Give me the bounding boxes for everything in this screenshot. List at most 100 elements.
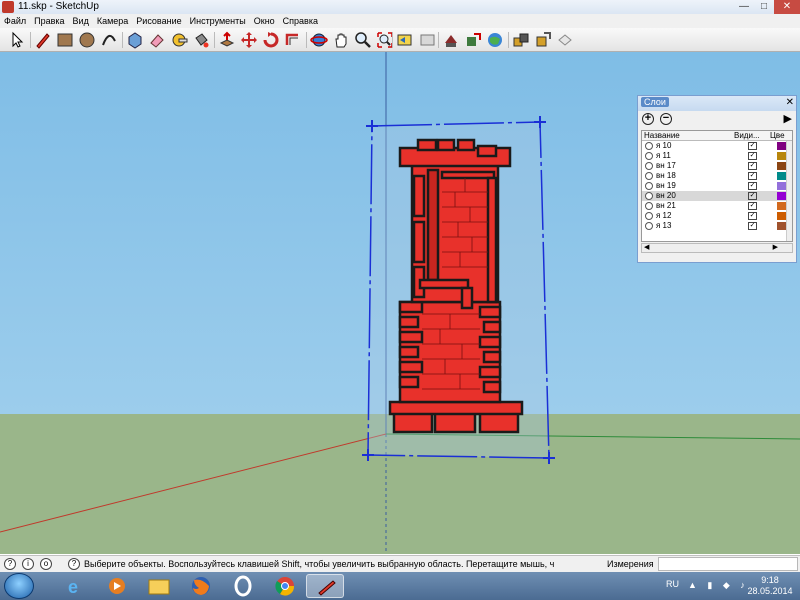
layer-row[interactable]: я 10 ✓	[642, 141, 792, 151]
extension-icon[interactable]	[556, 31, 574, 49]
layers-panel-titlebar[interactable]: Слои ✕	[638, 96, 796, 111]
opera-icon[interactable]	[224, 574, 262, 598]
scroll-left-icon[interactable]: ◀	[644, 244, 649, 252]
layer-row[interactable]: я 12 ✓	[642, 211, 792, 221]
active-layer-radio[interactable]	[645, 202, 653, 210]
layer-visible-checkbox[interactable]: ✓	[748, 192, 757, 200]
layer-row[interactable]: вн 19 ✓	[642, 181, 792, 191]
layers-vertical-scrollbar[interactable]	[786, 141, 792, 241]
layer-visible-checkbox[interactable]: ✓	[748, 142, 757, 150]
chrome-icon[interactable]	[266, 574, 304, 598]
layer-name[interactable]: вн 17	[656, 161, 676, 171]
move-icon[interactable]	[240, 31, 258, 49]
layer-row[interactable]: вн 18 ✓	[642, 171, 792, 181]
offset-icon[interactable]	[284, 31, 302, 49]
layer-name[interactable]: вн 19	[656, 181, 676, 191]
arc-icon[interactable]	[100, 31, 118, 49]
media-player-icon[interactable]	[98, 574, 136, 598]
layer-visible-checkbox[interactable]: ✓	[748, 222, 757, 230]
layer-visible-checkbox[interactable]: ✓	[748, 152, 757, 160]
system-clock[interactable]: 9:18 28.05.2014	[744, 575, 796, 597]
google-earth-icon[interactable]	[486, 31, 504, 49]
active-layer-radio[interactable]	[645, 142, 653, 150]
geo-location-icon[interactable]: ?	[4, 558, 16, 570]
active-layer-radio[interactable]	[645, 162, 653, 170]
layer-visible-checkbox[interactable]: ✓	[748, 162, 757, 170]
rectangle-icon[interactable]	[56, 31, 74, 49]
active-layer-radio[interactable]	[645, 212, 653, 220]
language-indicator[interactable]: RU	[666, 579, 679, 589]
firefox-icon[interactable]	[182, 574, 220, 598]
scroll-right-icon[interactable]: ▶	[773, 244, 778, 252]
layer-color-swatch[interactable]	[777, 182, 786, 190]
layer-row[interactable]: я 11 ✓	[642, 151, 792, 161]
active-layer-radio[interactable]	[645, 152, 653, 160]
layer-name[interactable]: я 12	[656, 211, 671, 221]
instructor-help-icon[interactable]: ?	[68, 558, 80, 570]
menu-tools[interactable]: Инструменты	[186, 14, 250, 28]
pencil-icon[interactable]	[34, 31, 52, 49]
layer-visible-checkbox[interactable]: ✓	[748, 202, 757, 210]
next-view-icon[interactable]	[418, 31, 436, 49]
paint-bucket-icon[interactable]	[192, 31, 210, 49]
system-tray-icons[interactable]: ▲ ▮ ◆ ♪	[688, 580, 749, 591]
layer-row[interactable]: я 13 ✓	[642, 221, 792, 231]
layer-color-swatch[interactable]	[777, 222, 786, 230]
previous-view-icon[interactable]	[396, 31, 414, 49]
make-component-icon[interactable]	[126, 31, 144, 49]
ie-icon[interactable]: e	[56, 574, 94, 598]
layer-row[interactable]: вн 17 ✓	[642, 161, 792, 171]
menu-view[interactable]: Вид	[69, 14, 93, 28]
active-layer-radio[interactable]	[645, 192, 653, 200]
layer-visible-checkbox[interactable]: ✓	[748, 172, 757, 180]
layer-color-swatch[interactable]	[777, 202, 786, 210]
menu-file[interactable]: Файл	[0, 14, 30, 28]
delete-layer-button[interactable]: −	[660, 113, 672, 125]
close-button[interactable]: ✕	[774, 0, 800, 14]
maximize-button[interactable]: □	[754, 0, 774, 14]
details-arrow-icon[interactable]: ▶	[784, 112, 792, 125]
get-models-icon[interactable]	[512, 31, 530, 49]
layer-color-swatch[interactable]	[777, 152, 786, 160]
share-component-icon[interactable]	[534, 31, 552, 49]
sketchup-taskbar-button[interactable]	[306, 574, 344, 598]
layer-color-swatch[interactable]	[777, 192, 786, 200]
layer-color-swatch[interactable]	[777, 212, 786, 220]
layer-name[interactable]: вн 20	[656, 191, 676, 201]
layer-name[interactable]: я 10	[656, 141, 671, 151]
orbit-icon[interactable]	[310, 31, 328, 49]
tape-measure-icon[interactable]	[170, 31, 188, 49]
minimize-button[interactable]: —	[734, 0, 754, 14]
layer-name[interactable]: вн 18	[656, 171, 676, 181]
column-name-header[interactable]: Название	[644, 131, 680, 141]
layer-visible-checkbox[interactable]: ✓	[748, 182, 757, 190]
layer-name[interactable]: я 13	[656, 221, 671, 231]
layer-color-swatch[interactable]	[777, 162, 786, 170]
layer-row[interactable]: вн 21 ✓	[642, 201, 792, 211]
active-layer-radio[interactable]	[645, 172, 653, 180]
column-color-header[interactable]: Цве	[770, 131, 785, 141]
menu-window[interactable]: Окно	[250, 14, 279, 28]
column-visible-header[interactable]: Види...	[734, 131, 760, 141]
rotate-icon[interactable]	[262, 31, 280, 49]
3d-warehouse-icon[interactable]	[442, 31, 460, 49]
circle-icon[interactable]	[78, 31, 96, 49]
layer-name[interactable]: вн 21	[656, 201, 676, 211]
pan-icon[interactable]	[332, 31, 350, 49]
layers-horizontal-scrollbar[interactable]: ◀ ▶	[641, 243, 793, 253]
select-icon[interactable]	[8, 31, 26, 49]
start-button[interactable]	[4, 573, 34, 599]
layer-color-swatch[interactable]	[777, 172, 786, 180]
active-layer-radio[interactable]	[645, 182, 653, 190]
menu-edit[interactable]: Правка	[30, 14, 68, 28]
layer-visible-checkbox[interactable]: ✓	[748, 212, 757, 220]
layer-row[interactable]: вн 20 ✓	[642, 191, 792, 201]
menu-camera[interactable]: Камера	[93, 14, 132, 28]
push-pull-icon[interactable]	[218, 31, 236, 49]
active-layer-radio[interactable]	[645, 222, 653, 230]
menu-draw[interactable]: Рисование	[132, 14, 185, 28]
layer-name[interactable]: я 11	[656, 151, 671, 161]
zoom-icon[interactable]	[354, 31, 372, 49]
measurements-input[interactable]	[658, 557, 798, 571]
credits-icon[interactable]: i	[22, 558, 34, 570]
